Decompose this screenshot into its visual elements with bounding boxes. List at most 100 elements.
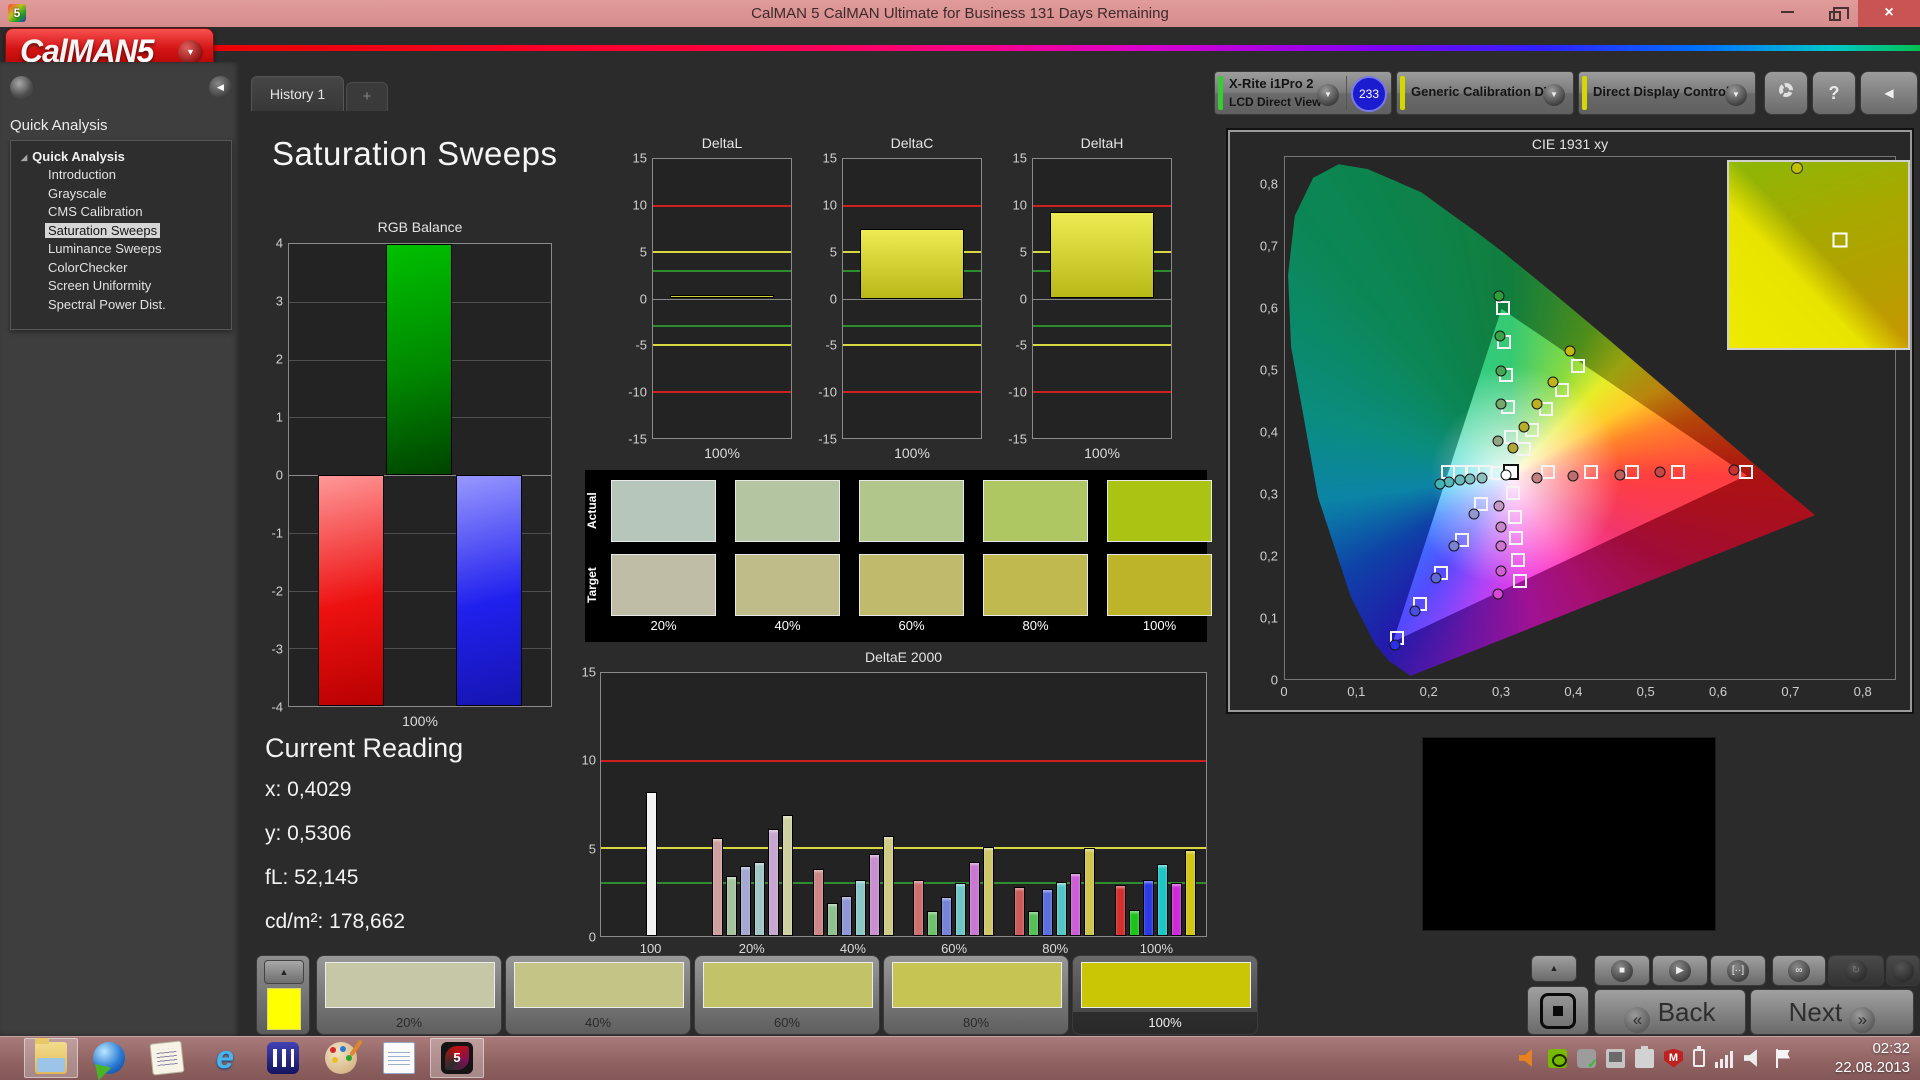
transport-expand-button[interactable]: ▲: [1531, 955, 1577, 982]
measured-point: [1791, 161, 1804, 174]
y-tick-label: 0,7: [1259, 238, 1278, 254]
target-square: [1508, 510, 1522, 525]
measured-point: [1492, 435, 1504, 447]
usb-icon[interactable]: [1635, 1045, 1654, 1068]
play-button[interactable]: ▶: [1652, 955, 1708, 986]
internet-explorer-icon: e: [209, 1041, 241, 1074]
flag-icon[interactable]: [1773, 1048, 1792, 1068]
speaker-icon[interactable]: [1519, 1049, 1532, 1067]
patch-swatch: [703, 962, 873, 1008]
y-tick: 10: [581, 752, 596, 768]
stop-button[interactable]: ■: [1594, 955, 1650, 986]
mcafee-icon[interactable]: M: [1664, 1048, 1683, 1068]
sidebar-item-saturation-sweeps[interactable]: Saturation Sweeps: [45, 222, 231, 241]
taskbar-app-calman[interactable]: 5: [430, 1038, 484, 1078]
delta-bar: [1049, 212, 1155, 299]
restore-button[interactable]: [1814, 0, 1856, 27]
expander-icon[interactable]: ◢: [21, 153, 27, 162]
meter-reading-badge[interactable]: 233: [1351, 76, 1387, 112]
tree-root[interactable]: ◢ Quick Analysis: [21, 149, 231, 164]
reference-line: [653, 390, 791, 393]
measured-point: [1495, 565, 1507, 577]
y-tick: 15: [1012, 150, 1027, 166]
active-test-patch[interactable]: [267, 988, 301, 1030]
taskbar-app-journal[interactable]: [140, 1038, 194, 1078]
sidebar-item-grayscale[interactable]: Grayscale: [45, 185, 231, 204]
refresh-button[interactable]: ↻: [1828, 955, 1884, 986]
sidebar-item-introduction[interactable]: Introduction: [45, 166, 231, 185]
y-tick: -2: [271, 583, 283, 599]
taskbar-app-media-globe[interactable]: [82, 1038, 136, 1078]
taskbar-app-profiler[interactable]: [256, 1038, 310, 1078]
expand-up-button[interactable]: ▲: [264, 960, 304, 984]
taskbar-app-internet-explorer[interactable]: e: [198, 1038, 252, 1078]
spectrum-stripe: [214, 45, 1920, 51]
tab-history-1[interactable]: History 1: [251, 76, 344, 111]
target-point: [1832, 232, 1848, 248]
chevron-down-icon[interactable]: ▼: [1317, 84, 1339, 106]
patch-card-40%[interactable]: 40%: [505, 955, 691, 1035]
tab-add[interactable]: +: [346, 82, 388, 111]
settings-button[interactable]: [1764, 71, 1808, 115]
delta-e-bar: [781, 815, 793, 936]
measured-point: [1614, 469, 1626, 481]
y-tick: -10: [1008, 384, 1027, 400]
record-led-button[interactable]: [10, 76, 33, 99]
patch-card-100%[interactable]: 100%: [1072, 955, 1258, 1035]
reference-line: [843, 325, 981, 328]
meter-dropdown[interactable]: X-Rite i1Pro 2 LCD Direct View ▼ 233: [1214, 71, 1392, 115]
updater-icon[interactable]: [1577, 1048, 1598, 1072]
taskbar-app-file-explorer[interactable]: [24, 1038, 78, 1078]
source-dropdown[interactable]: Generic Calibration DVD ▼: [1396, 71, 1574, 115]
sidebar-item-spectral-power-dist-[interactable]: Spectral Power Dist.: [45, 296, 231, 315]
next-button[interactable]: Next »: [1750, 989, 1914, 1035]
reference-line: [843, 344, 981, 346]
sidebar-item-colorchecker[interactable]: ColorChecker: [45, 259, 231, 278]
taskbar-clock[interactable]: 02:32 22.08.2013: [1798, 1039, 1910, 1077]
network-icon[interactable]: [1715, 1048, 1734, 1068]
delta-e-bar: [983, 846, 995, 936]
sidebar-item-cms-calibration[interactable]: CMS Calibration: [45, 203, 231, 222]
x-tick-label: 0,1: [1347, 684, 1366, 699]
delta-e-bar: [1157, 864, 1169, 936]
chart-title: CIE 1931 xy: [1531, 136, 1609, 152]
taskbar-app-notepad[interactable]: [372, 1038, 426, 1078]
reference-line: [653, 325, 791, 328]
chevron-left-icon: «: [1624, 1007, 1651, 1033]
display-icon[interactable]: [1606, 1048, 1625, 1068]
sidebar-collapse-button[interactable]: ◀: [209, 76, 232, 99]
help-button[interactable]: ?: [1812, 71, 1856, 115]
pattern-window-button[interactable]: [1527, 986, 1589, 1035]
volume-icon[interactable]: [1744, 1049, 1757, 1067]
power-icon[interactable]: [1693, 1046, 1705, 1067]
loop-button[interactable]: ∞: [1772, 955, 1826, 986]
delta-h-plot: [1032, 158, 1172, 439]
sidebar-item-luminance-sweeps[interactable]: Luminance Sweeps: [45, 240, 231, 259]
taskbar: e 5 M 02:32 22.08.2013: [0, 1036, 1920, 1080]
patch-label: 40%: [584, 1015, 612, 1030]
taskbar-app-paint[interactable]: [314, 1038, 368, 1078]
nvidia-icon[interactable]: [1548, 1048, 1567, 1068]
y-tick-label: 0,8: [1259, 176, 1278, 192]
patch-card-60%[interactable]: 60%: [694, 955, 880, 1035]
back-button[interactable]: « Back: [1594, 989, 1746, 1035]
panel-collapse-button[interactable]: ◀: [1860, 71, 1918, 115]
sidebar-item-screen-uniformity[interactable]: Screen Uniformity: [45, 277, 231, 296]
minimize-button[interactable]: [1766, 0, 1808, 27]
patch-card-80%[interactable]: 80%: [883, 955, 1069, 1035]
close-button[interactable]: ×: [1858, 0, 1920, 27]
range-button[interactable]: [··]: [1710, 955, 1766, 986]
display-control-dropdown[interactable]: Direct Display Control ▼: [1578, 71, 1756, 115]
patch-card-20%[interactable]: 20%: [316, 955, 502, 1035]
white-measured-point: [1500, 469, 1512, 481]
chevron-down-icon[interactable]: ▼: [1543, 84, 1565, 106]
chevron-down-icon[interactable]: ▼: [1725, 84, 1747, 106]
measured-point: [1495, 540, 1507, 552]
reference-line: [1033, 204, 1171, 207]
extra-button[interactable]: [1886, 955, 1920, 986]
delta-e-bar: [1070, 872, 1082, 936]
patch-label: 100%: [1073, 1012, 1257, 1034]
sidebar-item-label: CMS Calibration: [48, 204, 143, 219]
reading-row: cd/m²: 178,662: [265, 910, 406, 933]
patch-label: 60%: [773, 1015, 801, 1030]
